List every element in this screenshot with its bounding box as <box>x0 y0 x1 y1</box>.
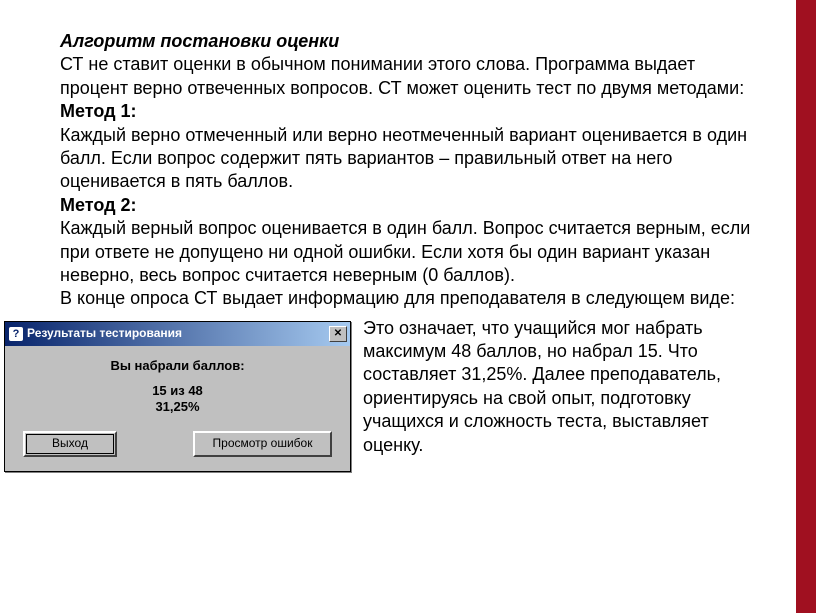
method1-text: Каждый верно отмеченный или верно неотме… <box>60 125 747 192</box>
main-content: Алгоритм постановки оценки СТ не ставит … <box>0 0 816 482</box>
method2-label: Метод 2: <box>60 195 137 215</box>
exit-button[interactable]: Выход <box>23 431 117 457</box>
heading: Алгоритм постановки оценки <box>60 31 339 51</box>
intro-text: СТ не ставит оценки в обычном понимании … <box>60 54 744 97</box>
summary-line: В конце опроса СТ выдает информацию для … <box>60 288 735 308</box>
method2-text: Каждый верный вопрос оценивается в один … <box>60 218 750 285</box>
results-dialog: ? Результаты тестирования ✕ Вы набрали б… <box>4 321 351 472</box>
help-icon: ? <box>9 327 23 341</box>
dialog-titlebar: ? Результаты тестирования ✕ <box>5 322 350 346</box>
method1-label: Метод 1: <box>60 101 137 121</box>
accent-bar <box>796 0 816 613</box>
close-icon[interactable]: ✕ <box>329 326 347 342</box>
explanation-text: Это означает, что учащийся мог набрать м… <box>351 317 766 457</box>
view-errors-button[interactable]: Просмотр ошибок <box>193 431 332 457</box>
score-label: Вы набрали баллов: <box>15 358 340 375</box>
score-percent: 31,25% <box>155 399 199 414</box>
score-value: 15 из 48 <box>152 383 203 398</box>
dialog-title: Результаты тестирования <box>27 326 182 342</box>
